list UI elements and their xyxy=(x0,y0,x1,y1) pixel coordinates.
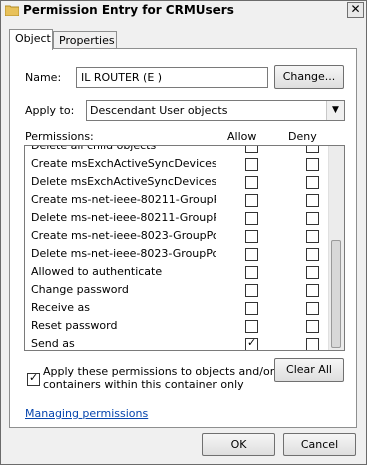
permission-row: Delete msExchActiveSyncDevices ob... xyxy=(25,173,330,191)
clear-all-label: Clear All xyxy=(286,363,332,376)
permission-row: Change password xyxy=(25,281,330,299)
deny-checkbox[interactable] xyxy=(306,158,319,171)
tab-properties[interactable]: Properties xyxy=(53,31,117,49)
apply-checkbox-label-line2: containers within this container only xyxy=(43,378,244,391)
deny-checkbox[interactable] xyxy=(306,338,319,350)
permission-name: Send as xyxy=(31,337,75,350)
permission-name: Delete ms-net-ieee-8023-GroupPolic... xyxy=(31,247,216,260)
name-field: IL ROUTER (E ) xyxy=(76,67,268,88)
close-icon: ✕ xyxy=(350,2,361,16)
allow-checkbox[interactable] xyxy=(245,302,258,315)
permission-row: Allowed to authenticate xyxy=(25,263,330,281)
permission-row: Delete all child objects xyxy=(25,145,330,155)
allow-checkbox[interactable] xyxy=(245,336,258,350)
allow-checkbox[interactable] xyxy=(245,176,258,189)
apply-to-container-checkbox[interactable] xyxy=(27,371,40,386)
tab-object[interactable]: Object xyxy=(9,29,53,50)
permission-name: Delete msExchActiveSyncDevices ob... xyxy=(31,175,216,188)
deny-checkbox[interactable] xyxy=(306,248,319,261)
permission-name: Create ms-net-ieee-8023-GroupPolic... xyxy=(31,229,216,242)
permission-row: Create msExchActiveSyncDevices o... xyxy=(25,155,330,173)
deny-checkbox[interactable] xyxy=(306,146,319,153)
ok-label: OK xyxy=(230,438,247,451)
tab-properties-label: Properties xyxy=(59,34,115,47)
managing-permissions-link[interactable]: Managing permissions xyxy=(25,407,148,420)
deny-checkbox[interactable] xyxy=(306,230,319,243)
deny-checkbox[interactable] xyxy=(306,266,319,279)
allow-checkbox[interactable] xyxy=(245,248,258,261)
allow-checkbox[interactable] xyxy=(245,158,258,171)
deny-checkbox[interactable] xyxy=(306,176,319,189)
permission-name: Allowed to authenticate xyxy=(31,265,163,278)
apply-to-label: Apply to: xyxy=(25,104,75,117)
allow-checkbox[interactable] xyxy=(245,194,258,207)
window-title: Permission Entry for CRMUsers xyxy=(23,3,234,17)
cancel-button[interactable]: Cancel xyxy=(283,433,356,456)
permission-row: Create ms-net-ieee-80211-GroupPoli... xyxy=(25,191,330,209)
allow-header: Allow xyxy=(227,130,257,143)
permission-entry-dialog: Permission Entry for CRMUsers ✕ Object P… xyxy=(0,0,367,465)
change-button[interactable]: Change... xyxy=(274,65,344,89)
permission-row: Receive as xyxy=(25,299,330,317)
deny-checkbox[interactable] xyxy=(306,284,319,297)
allow-checkbox[interactable] xyxy=(245,230,258,243)
object-tab-panel: Name: IL ROUTER (E ) Change... Apply to:… xyxy=(9,48,357,428)
allow-checkbox[interactable] xyxy=(245,284,258,297)
name-value: IL ROUTER (E ) xyxy=(81,71,163,84)
deny-checkbox[interactable] xyxy=(306,212,319,225)
permission-name: Delete all child objects xyxy=(31,145,157,152)
permission-row: Delete ms-net-ieee-80211-GroupPoli... xyxy=(25,209,330,227)
clear-all-button[interactable]: Clear All xyxy=(274,358,344,382)
permissions-list[interactable]: Delete all child objects Create msExchAct… xyxy=(24,145,345,351)
change-button-label: Change... xyxy=(282,70,336,83)
permission-row: Reset password xyxy=(25,317,330,335)
allow-checkbox[interactable] xyxy=(245,146,258,153)
apply-to-select[interactable]: Descendant User objects ▼ xyxy=(86,100,345,121)
deny-checkbox[interactable] xyxy=(306,320,319,333)
permission-name: Receive as xyxy=(31,301,91,314)
allow-checkbox[interactable] xyxy=(245,320,258,333)
folder-icon xyxy=(5,5,19,16)
allow-checkbox[interactable] xyxy=(245,266,258,279)
ok-button[interactable]: OK xyxy=(202,433,275,456)
permission-name: Create ms-net-ieee-80211-GroupPoli... xyxy=(31,193,216,206)
apply-checkbox-label-line1: Apply these permissions to objects and/o… xyxy=(43,365,275,378)
permission-name: Reset password xyxy=(31,319,118,332)
deny-header: Deny xyxy=(288,130,317,143)
deny-checkbox[interactable] xyxy=(306,302,319,315)
close-button[interactable]: ✕ xyxy=(347,2,364,18)
deny-checkbox[interactable] xyxy=(306,194,319,207)
allow-checkbox[interactable] xyxy=(245,212,258,225)
cancel-label: Cancel xyxy=(300,438,339,451)
scrollbar-thumb[interactable] xyxy=(331,240,341,348)
name-label: Name: xyxy=(25,71,62,84)
permissions-scrollbar[interactable] xyxy=(328,146,344,350)
dropdown-arrow-icon[interactable]: ▼ xyxy=(326,101,344,120)
permission-row: Delete ms-net-ieee-8023-GroupPolic... xyxy=(25,245,330,263)
permission-name: Create msExchActiveSyncDevices o... xyxy=(31,157,216,170)
permissions-header: Permissions: xyxy=(25,130,94,143)
apply-to-value: Descendant User objects xyxy=(90,104,228,117)
title-bar: Permission Entry for CRMUsers ✕ xyxy=(1,1,366,21)
tab-object-label: Object xyxy=(15,32,51,45)
permission-name: Delete ms-net-ieee-80211-GroupPoli... xyxy=(31,211,216,224)
permission-name: Change password xyxy=(31,283,129,296)
permission-row: Create ms-net-ieee-8023-GroupPolic... xyxy=(25,227,330,245)
permission-row: Send as xyxy=(25,335,330,350)
